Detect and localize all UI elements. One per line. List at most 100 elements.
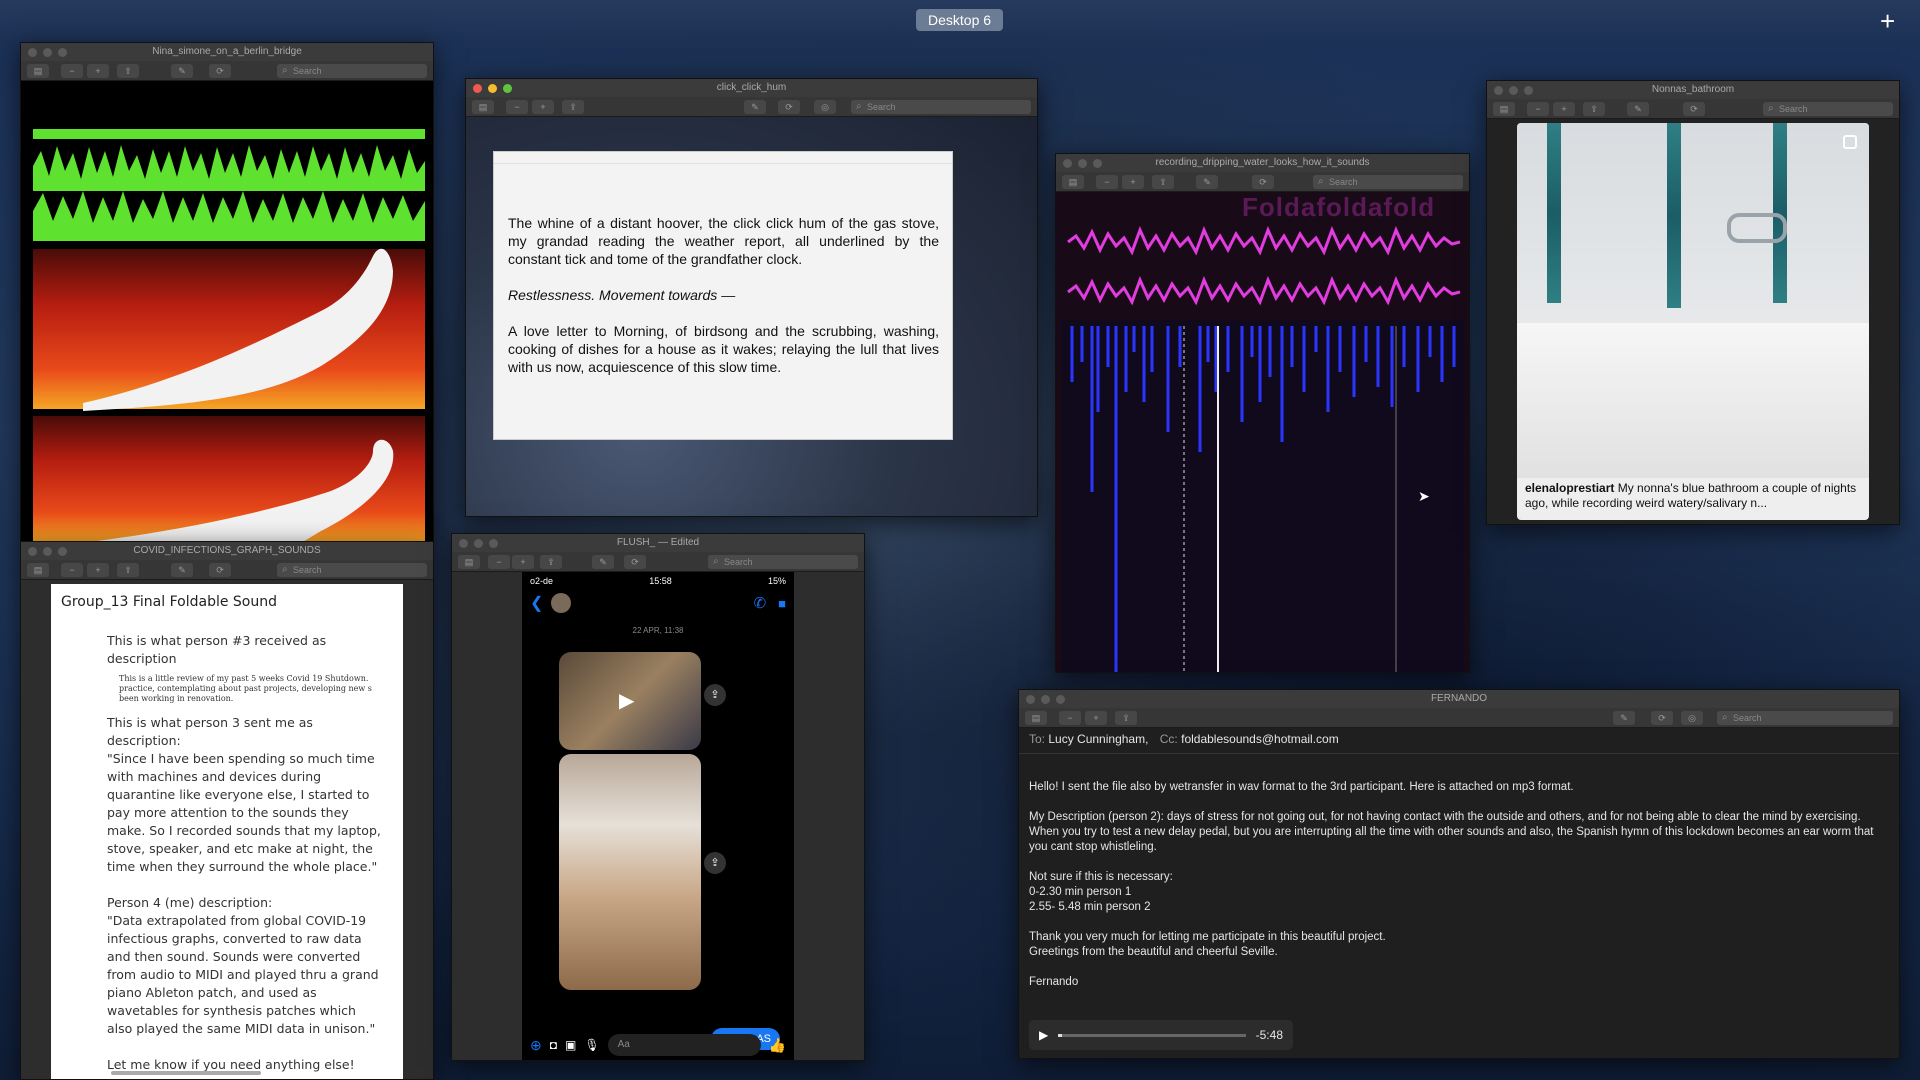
minimize-button[interactable]	[474, 539, 483, 548]
minimize-button[interactable]	[1041, 695, 1050, 704]
window-covid-graph[interactable]: COVID_INFECTIONS_GRAPH_SOUNDS ▤ − + ⇪ ✎ …	[20, 541, 434, 1080]
close-button[interactable]	[28, 547, 37, 556]
share-icon[interactable]: ⇪	[540, 555, 562, 569]
zoom-button[interactable]	[1524, 86, 1533, 95]
minimize-button[interactable]	[488, 84, 497, 93]
search-input[interactable]: Search	[277, 64, 427, 78]
scrollbar[interactable]	[111, 1071, 261, 1075]
zoom-button[interactable]	[1093, 159, 1102, 168]
share-icon[interactable]: ⇪	[1583, 102, 1605, 116]
zoom-out-icon[interactable]: −	[1059, 711, 1081, 725]
message-input[interactable]: Aa	[607, 1034, 761, 1056]
markup-icon[interactable]: ✎	[1613, 711, 1635, 725]
titlebar[interactable]: FLUSH_ — Edited	[452, 534, 864, 552]
share-icon[interactable]: ⇪	[1115, 711, 1137, 725]
window-nina-simone[interactable]: Nina_simone_on_a_berlin_bridge ▤ − + ⇪ ✎…	[20, 42, 434, 542]
search-input[interactable]: Search	[708, 555, 858, 569]
search-input[interactable]: Search	[1313, 175, 1463, 189]
cc-value[interactable]: foldablesounds@hotmail.com	[1181, 732, 1339, 746]
search-input[interactable]: Search	[1763, 102, 1893, 116]
rotate-icon[interactable]: ⟳	[624, 555, 646, 569]
caption-username[interactable]: elenaloprestiart	[1525, 481, 1614, 495]
zoom-button[interactable]	[489, 539, 498, 548]
sidebar-icon[interactable]: ▤	[1025, 711, 1047, 725]
share-icon[interactable]: ⇪	[1152, 175, 1174, 189]
zoom-in-icon[interactable]: +	[1553, 102, 1575, 116]
mic-icon[interactable]: 🎙	[584, 1038, 599, 1052]
window-dripping-water[interactable]: recording_dripping_water_looks_how_it_so…	[1055, 153, 1470, 673]
like-icon[interactable]: 👍	[769, 1037, 786, 1054]
share-icon[interactable]: ⇪	[117, 563, 139, 577]
desktop-label[interactable]: Desktop 6	[916, 9, 1004, 31]
zoom-out-icon[interactable]: −	[506, 100, 528, 114]
search-input[interactable]: Search	[1717, 711, 1893, 725]
share-icon[interactable]: ⇪	[562, 100, 584, 114]
annotate-icon[interactable]: ◎	[1681, 711, 1703, 725]
markup-icon[interactable]: ✎	[592, 555, 614, 569]
titlebar[interactable]: recording_dripping_water_looks_how_it_so…	[1056, 154, 1469, 172]
search-input[interactable]: Search	[277, 563, 427, 577]
rotate-icon[interactable]: ⟳	[1252, 175, 1274, 189]
share-icon[interactable]: ⇪	[704, 684, 726, 706]
markup-icon[interactable]: ✎	[1627, 102, 1649, 116]
close-button[interactable]	[1026, 695, 1035, 704]
close-button[interactable]	[1494, 86, 1503, 95]
markup-icon[interactable]: ✎	[1196, 175, 1218, 189]
minimize-button[interactable]	[43, 547, 52, 556]
sidebar-icon[interactable]: ▤	[1062, 175, 1084, 189]
audio-player[interactable]: ▶ -5:48	[1029, 1020, 1293, 1050]
titlebar[interactable]: FERNANDO	[1019, 690, 1899, 708]
zoom-in-icon[interactable]: +	[87, 563, 109, 577]
to-value[interactable]: Lucy Cunningham,	[1048, 732, 1148, 746]
markup-icon[interactable]: ✎	[171, 563, 193, 577]
sidebar-icon[interactable]: ▤	[27, 64, 49, 78]
sidebar-icon[interactable]: ▤	[27, 563, 49, 577]
zoom-in-icon[interactable]: +	[1085, 711, 1107, 725]
minimize-button[interactable]	[1509, 86, 1518, 95]
zoom-out-icon[interactable]: −	[61, 563, 83, 577]
minimize-button[interactable]	[43, 48, 52, 57]
bathroom-photo[interactable]	[559, 754, 701, 990]
rotate-icon[interactable]: ⟳	[1683, 102, 1705, 116]
zoom-in-icon[interactable]: +	[1122, 175, 1144, 189]
search-input[interactable]: Search	[851, 100, 1031, 114]
sidebar-icon[interactable]: ▤	[1493, 102, 1515, 116]
close-button[interactable]	[1063, 159, 1072, 168]
zoom-out-icon[interactable]: −	[1096, 175, 1118, 189]
minimize-button[interactable]	[1078, 159, 1087, 168]
zoom-in-icon[interactable]: +	[532, 100, 554, 114]
rotate-icon[interactable]: ⟳	[209, 563, 231, 577]
titlebar[interactable]: Nina_simone_on_a_berlin_bridge	[21, 43, 433, 61]
phone-icon[interactable]: ✆	[754, 594, 767, 612]
window-fernando[interactable]: FERNANDO ▤ − + ⇪ ✎ ⟳ ◎ Search To: Lucy C…	[1018, 689, 1900, 1059]
sidebar-icon[interactable]: ▤	[458, 555, 480, 569]
close-button[interactable]	[473, 84, 482, 93]
zoom-button[interactable]	[1056, 695, 1065, 704]
titlebar[interactable]: COVID_INFECTIONS_GRAPH_SOUNDS	[21, 542, 433, 560]
zoom-button[interactable]	[503, 84, 512, 93]
play-icon[interactable]: ▶	[619, 688, 634, 713]
annotate-icon[interactable]: ◎	[814, 100, 836, 114]
window-flush[interactable]: FLUSH_ — Edited ▤ − + ⇪ ✎ ⟳ Search o2-de…	[451, 533, 865, 1061]
rotate-icon[interactable]: ⟳	[778, 100, 800, 114]
zoom-in-icon[interactable]: +	[87, 64, 109, 78]
zoom-out-icon[interactable]: −	[1527, 102, 1549, 116]
plus-icon[interactable]: ⊕	[530, 1037, 542, 1054]
audio-progress-track[interactable]	[1058, 1033, 1246, 1037]
back-icon[interactable]: ❮	[530, 593, 543, 613]
titlebar[interactable]: Nonnas_bathroom	[1487, 81, 1899, 99]
zoom-button[interactable]	[58, 547, 67, 556]
window-nonnas-bathroom[interactable]: Nonnas_bathroom ▤ − + ⇪ ✎ ⟳ Search elena…	[1486, 80, 1900, 525]
video-call-icon[interactable]: ■	[778, 596, 786, 611]
zoom-out-icon[interactable]: −	[61, 64, 83, 78]
image-icon[interactable]: ▣	[565, 1038, 576, 1052]
avatar[interactable]	[551, 593, 572, 613]
rotate-icon[interactable]: ⟳	[209, 64, 231, 78]
titlebar[interactable]: click_click_hum	[466, 79, 1037, 97]
markup-icon[interactable]: ✎	[744, 100, 766, 114]
markup-icon[interactable]: ✎	[171, 64, 193, 78]
play-icon[interactable]: ▶	[1039, 1028, 1048, 1043]
share-icon[interactable]: ⇪	[117, 64, 139, 78]
share-icon[interactable]: ⇪	[704, 852, 726, 874]
close-button[interactable]	[459, 539, 468, 548]
